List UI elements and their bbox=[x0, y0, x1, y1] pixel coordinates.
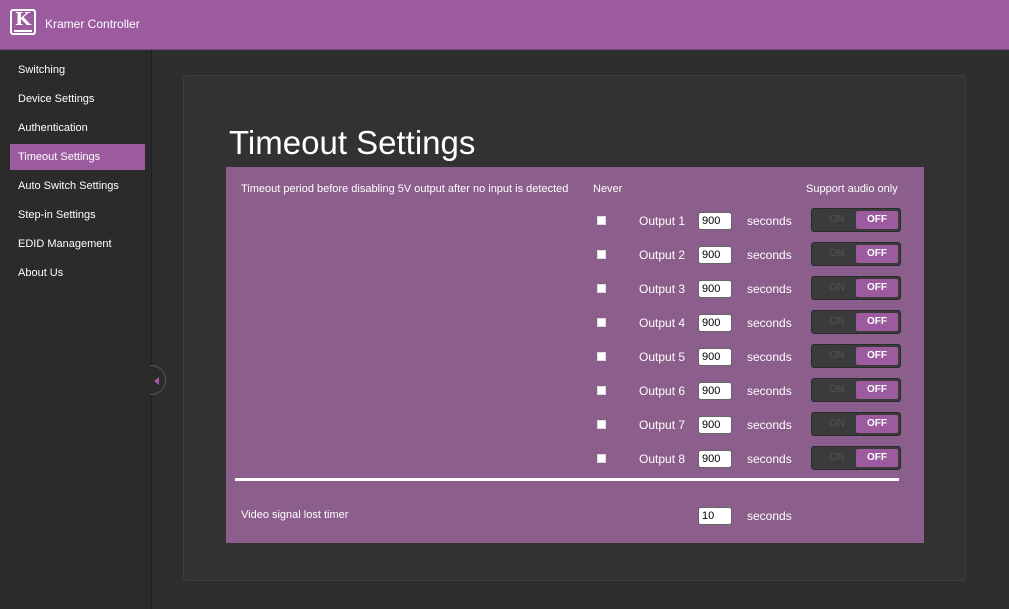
toggle-off-label: OFF bbox=[856, 381, 898, 399]
sidebar-item-switching[interactable]: Switching bbox=[10, 57, 145, 83]
output-label: Output 4 bbox=[639, 316, 686, 330]
audio-only-toggle[interactable]: ON OFF bbox=[811, 412, 901, 436]
output-row: Output 5 seconds ON OFF bbox=[226, 344, 924, 370]
sidebar-item-auto-switch-settings[interactable]: Auto Switch Settings bbox=[10, 173, 145, 199]
seconds-unit: seconds bbox=[747, 418, 792, 432]
kramer-logo-icon: K bbox=[10, 9, 36, 35]
sidebar-item-edid-management[interactable]: EDID Management bbox=[10, 231, 145, 257]
output-row: Output 4 seconds ON OFF bbox=[226, 310, 924, 336]
output-row: Output 6 seconds ON OFF bbox=[226, 378, 924, 404]
output-label: Output 3 bbox=[639, 282, 686, 296]
toggle-on-label: ON bbox=[829, 418, 845, 429]
seconds-unit: seconds bbox=[747, 316, 792, 330]
output-row: Output 8 seconds ON OFF bbox=[226, 446, 924, 472]
seconds-unit: seconds bbox=[747, 384, 792, 398]
sidebar-item-authentication[interactable]: Authentication bbox=[10, 115, 145, 141]
never-column-header: Never bbox=[593, 183, 623, 195]
sidebar-item-device-settings[interactable]: Device Settings bbox=[10, 86, 145, 112]
sidebar-collapse-button[interactable] bbox=[150, 365, 166, 395]
never-checkbox[interactable] bbox=[597, 454, 606, 463]
output-label: Output 8 bbox=[639, 452, 686, 466]
audio-only-toggle[interactable]: ON OFF bbox=[811, 344, 901, 368]
audio-only-toggle[interactable]: ON OFF bbox=[811, 378, 901, 402]
output-label: Output 1 bbox=[639, 214, 686, 228]
timeout-input[interactable] bbox=[698, 212, 732, 230]
seconds-unit: seconds bbox=[747, 350, 792, 364]
video-lost-input[interactable] bbox=[698, 507, 732, 525]
never-checkbox[interactable] bbox=[597, 386, 606, 395]
audio-only-toggle[interactable]: ON OFF bbox=[811, 208, 901, 232]
section-divider bbox=[235, 478, 899, 481]
toggle-on-label: ON bbox=[829, 384, 845, 395]
video-lost-label: Video signal lost timer bbox=[241, 509, 349, 521]
toggle-off-label: OFF bbox=[856, 279, 898, 297]
output-label: Output 2 bbox=[639, 248, 686, 262]
toggle-on-label: ON bbox=[829, 248, 845, 259]
sidebar-item-timeout-settings[interactable]: Timeout Settings bbox=[10, 144, 145, 170]
audio-only-toggle[interactable]: ON OFF bbox=[811, 276, 901, 300]
video-lost-row: Video signal lost timer seconds bbox=[226, 503, 924, 529]
output-row: Output 3 seconds ON OFF bbox=[226, 276, 924, 302]
toggle-on-label: ON bbox=[829, 452, 845, 463]
output-row: Output 1 seconds ON OFF bbox=[226, 208, 924, 234]
audio-only-toggle[interactable]: ON OFF bbox=[811, 446, 901, 470]
timeout-input[interactable] bbox=[698, 382, 732, 400]
output-label: Output 7 bbox=[639, 418, 686, 432]
app-header: K Kramer Controller bbox=[0, 0, 1009, 50]
never-checkbox[interactable] bbox=[597, 284, 606, 293]
never-checkbox[interactable] bbox=[597, 216, 606, 225]
toggle-on-label: ON bbox=[829, 350, 845, 361]
never-checkbox[interactable] bbox=[597, 250, 606, 259]
timeout-input[interactable] bbox=[698, 280, 732, 298]
page-title: Timeout Settings bbox=[229, 124, 476, 161]
output-row: Output 2 seconds ON OFF bbox=[226, 242, 924, 268]
toggle-off-label: OFF bbox=[856, 313, 898, 331]
never-checkbox[interactable] bbox=[597, 318, 606, 327]
toggle-off-label: OFF bbox=[856, 449, 898, 467]
never-checkbox[interactable] bbox=[597, 420, 606, 429]
app-title: Kramer Controller bbox=[45, 17, 140, 31]
seconds-unit: seconds bbox=[747, 248, 792, 262]
output-row: Output 7 seconds ON OFF bbox=[226, 412, 924, 438]
timeout-input[interactable] bbox=[698, 246, 732, 264]
output-label: Output 5 bbox=[639, 350, 686, 364]
toggle-on-label: ON bbox=[829, 214, 845, 225]
seconds-unit: seconds bbox=[747, 509, 792, 523]
audio-only-toggle[interactable]: ON OFF bbox=[811, 310, 901, 334]
seconds-unit: seconds bbox=[747, 452, 792, 466]
timeout-input[interactable] bbox=[698, 416, 732, 434]
toggle-on-label: ON bbox=[829, 282, 845, 293]
toggle-off-label: OFF bbox=[856, 211, 898, 229]
timeout-input[interactable] bbox=[698, 314, 732, 332]
timeout-input[interactable] bbox=[698, 450, 732, 468]
output-label: Output 6 bbox=[639, 384, 686, 398]
timeout-input[interactable] bbox=[698, 348, 732, 366]
sidebar-item-about-us[interactable]: About Us bbox=[10, 260, 145, 286]
toggle-off-label: OFF bbox=[856, 415, 898, 433]
sidebar: Switching Device Settings Authentication… bbox=[0, 50, 152, 609]
toggle-on-label: ON bbox=[829, 316, 845, 327]
sidebar-item-step-in-settings[interactable]: Step-in Settings bbox=[10, 202, 145, 228]
timeout-settings-panel: Timeout period before disabling 5V outpu… bbox=[226, 167, 924, 543]
support-audio-column-header: Support audio only bbox=[806, 183, 898, 195]
toggle-off-label: OFF bbox=[856, 347, 898, 365]
never-checkbox[interactable] bbox=[597, 352, 606, 361]
chevron-left-icon bbox=[154, 377, 159, 385]
audio-only-toggle[interactable]: ON OFF bbox=[811, 242, 901, 266]
seconds-unit: seconds bbox=[747, 214, 792, 228]
seconds-unit: seconds bbox=[747, 282, 792, 296]
toggle-off-label: OFF bbox=[856, 245, 898, 263]
timeout-description: Timeout period before disabling 5V outpu… bbox=[241, 183, 569, 195]
